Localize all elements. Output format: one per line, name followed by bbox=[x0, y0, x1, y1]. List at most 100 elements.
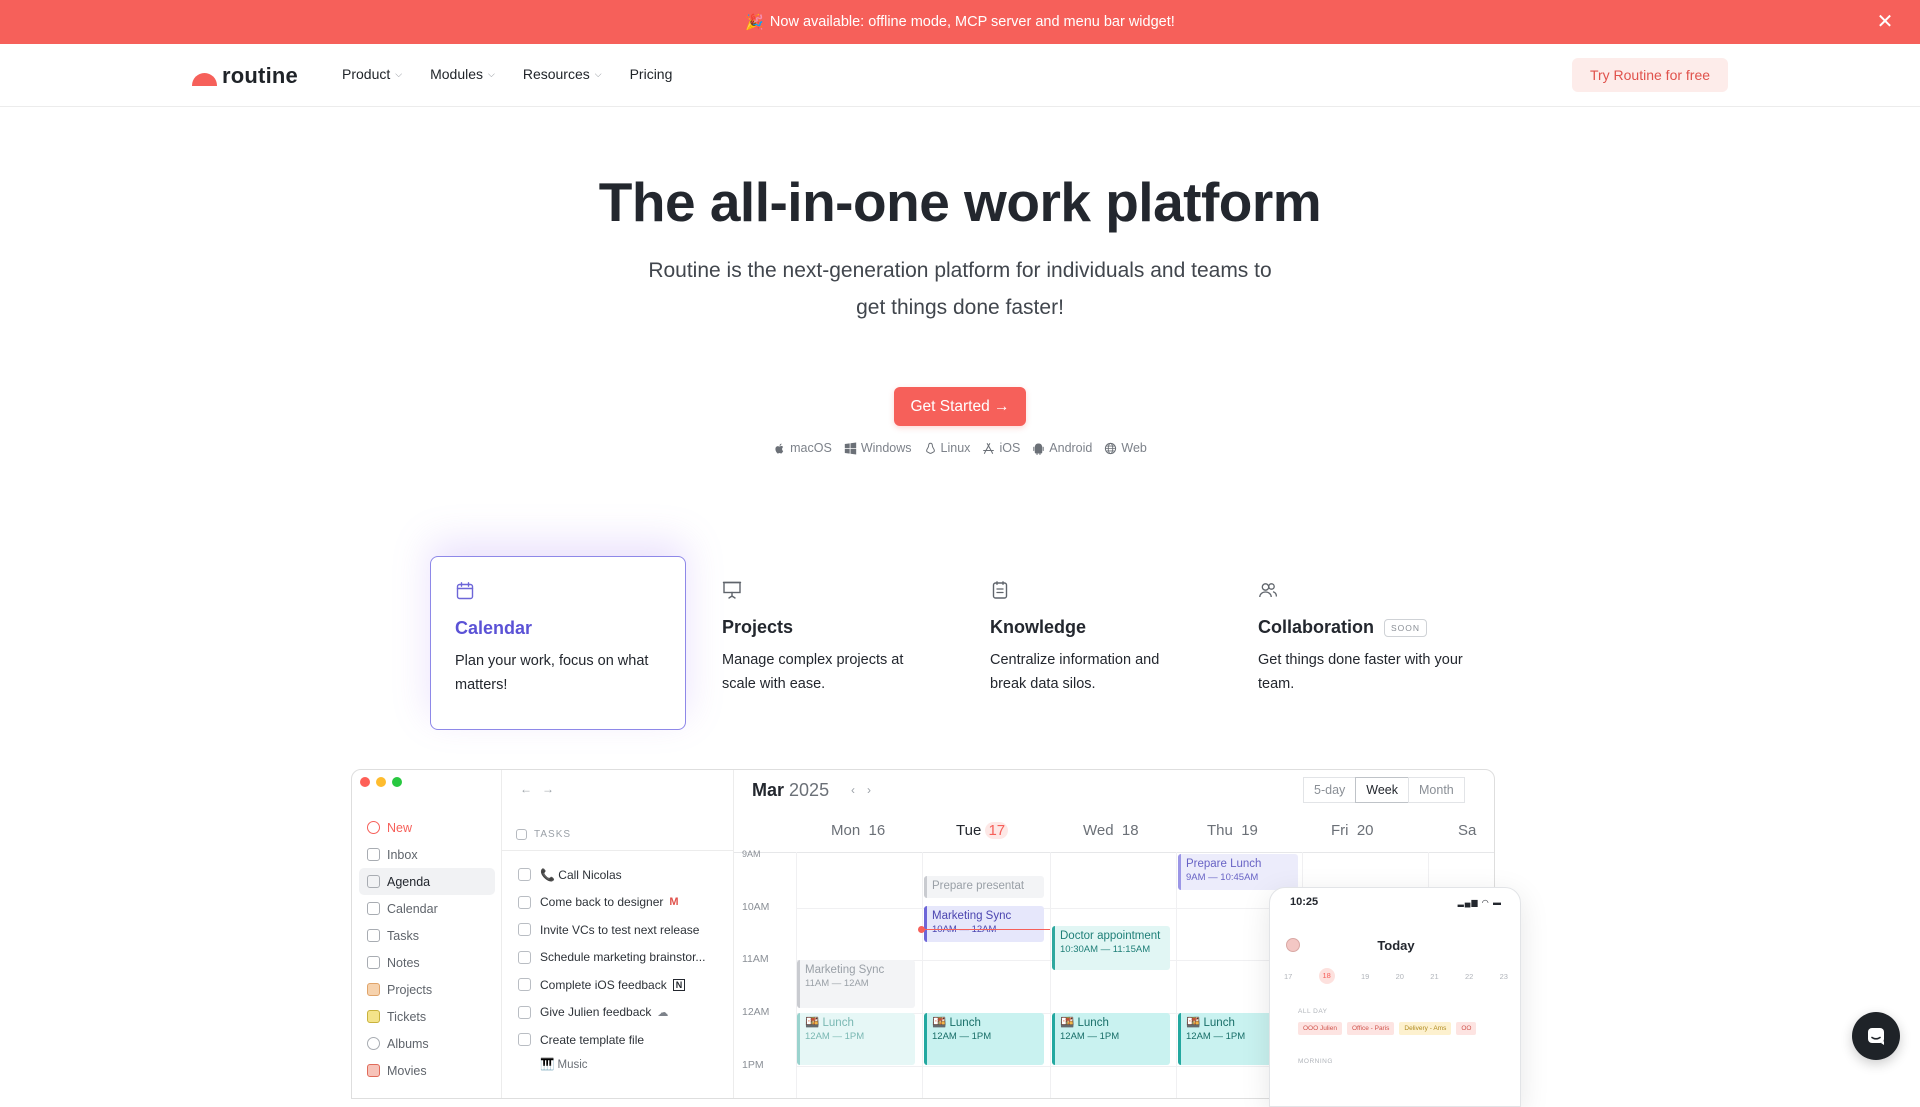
day-name: Wed bbox=[1083, 822, 1114, 839]
checkbox-icon bbox=[367, 929, 380, 942]
view-week[interactable]: Week bbox=[1355, 777, 1410, 803]
feature-card-calendar[interactable]: Calendar Plan your work, focus on what m… bbox=[430, 556, 686, 730]
sidebar-item-inbox[interactable]: Inbox bbox=[359, 841, 495, 868]
calendar-event[interactable]: Marketing Sync 10AM — 12AM bbox=[924, 906, 1044, 942]
task-label: 📞 Call Nicolas bbox=[540, 867, 622, 882]
maximize-window-dot[interactable] bbox=[392, 777, 402, 787]
task-label: Invite VCs to test next release bbox=[540, 922, 700, 937]
feature-card-knowledge[interactable]: Knowledge Centralize information and bre… bbox=[966, 556, 1222, 730]
sidebar-item-albums[interactable]: Albums bbox=[359, 1030, 495, 1057]
sidebar-item-agenda[interactable]: Agenda bbox=[359, 868, 495, 895]
phone-day[interactable]: 23 bbox=[1500, 972, 1508, 984]
task-item[interactable]: 📞 Call Nicolas bbox=[518, 861, 728, 889]
event-title: 🍱 Lunch bbox=[932, 1017, 981, 1029]
calendar-event[interactable]: Prepare presentat bbox=[924, 876, 1044, 898]
phone-day[interactable]: 17 bbox=[1284, 972, 1292, 984]
task-checkbox[interactable] bbox=[518, 868, 531, 882]
task-checkbox[interactable] bbox=[518, 978, 531, 992]
platform-linux[interactable]: Linux bbox=[924, 441, 970, 455]
task-checkbox[interactable] bbox=[518, 1033, 531, 1047]
platform-windows[interactable]: Windows bbox=[844, 441, 912, 455]
calendar-event[interactable]: Marketing Sync 11AM — 12AM bbox=[797, 960, 915, 1008]
calendar-event[interactable]: 🍱 Lunch 12AM — 1PM bbox=[924, 1013, 1044, 1065]
hour-label: 12AM bbox=[742, 1006, 770, 1018]
task-checkbox[interactable] bbox=[518, 1005, 531, 1019]
menu-label: Product bbox=[342, 66, 391, 82]
linux-icon bbox=[925, 442, 935, 454]
history-arrows[interactable]: ←→ bbox=[520, 782, 564, 796]
announcement-text[interactable]: Now available: offline mode, MCP server … bbox=[770, 14, 1175, 30]
calendar-nav-arrows[interactable]: ‹› bbox=[851, 783, 883, 797]
menu-item-pricing[interactable]: Pricing bbox=[630, 66, 673, 82]
task-checkbox[interactable] bbox=[518, 950, 531, 964]
sidebar-item-new[interactable]: New bbox=[359, 814, 495, 841]
close-window-dot[interactable] bbox=[360, 777, 370, 787]
task-item[interactable]: Complete iOS feedback N bbox=[518, 971, 728, 999]
event-chip[interactable]: Delivery - Ams bbox=[1399, 1022, 1452, 1035]
calendar-event[interactable]: Prepare Lunch 9AM — 10:45AM bbox=[1178, 854, 1298, 890]
phone-day-today[interactable]: 18 bbox=[1318, 968, 1335, 984]
platform-web[interactable]: Web bbox=[1104, 441, 1147, 455]
sidebar-item-tasks[interactable]: Tasks bbox=[359, 922, 495, 949]
day-header-mon[interactable]: Mon 16 bbox=[831, 822, 885, 839]
task-item[interactable]: Create template file bbox=[518, 1026, 728, 1054]
tasks-header: TASKS bbox=[516, 829, 571, 840]
agenda-icon bbox=[367, 875, 380, 888]
platform-android[interactable]: Android bbox=[1032, 441, 1092, 455]
event-chip[interactable]: OO bbox=[1456, 1022, 1477, 1035]
calendar-event[interactable]: Doctor appointment 10:30AM — 11:15AM bbox=[1052, 926, 1170, 970]
day-header-tue[interactable]: Tue 17 bbox=[956, 822, 1009, 839]
plus-circle-icon bbox=[367, 821, 380, 834]
day-header-sat[interactable]: Sa bbox=[1458, 822, 1476, 839]
day-name: Sa bbox=[1458, 822, 1477, 839]
sidebar-item-tickets[interactable]: Tickets bbox=[359, 1003, 495, 1030]
feature-card-collaboration[interactable]: Collaboration SOON Get things done faster… bbox=[1234, 556, 1490, 730]
phone-day[interactable]: 20 bbox=[1396, 972, 1404, 984]
sidebar-item-projects[interactable]: Projects bbox=[359, 976, 495, 1003]
menu-item-product[interactable]: Product ⌵ bbox=[342, 66, 402, 82]
task-checkbox[interactable] bbox=[518, 923, 531, 937]
main-menu: Product ⌵ Modules ⌵ Resources ⌵ Pricing bbox=[342, 66, 700, 82]
calendar-event[interactable]: 🍱 Lunch 12AM — 1PM bbox=[797, 1013, 915, 1065]
phone-day[interactable]: 22 bbox=[1465, 972, 1473, 984]
inbox-icon bbox=[367, 848, 380, 861]
sidebar-item-label: Agenda bbox=[387, 874, 431, 889]
day-number: 19 bbox=[1241, 822, 1258, 839]
note-icon bbox=[367, 956, 380, 969]
calendar-event[interactable]: 🍱 Lunch 12AM — 1PM bbox=[1052, 1013, 1170, 1065]
day-header-fri[interactable]: Fri 20 bbox=[1331, 822, 1374, 839]
feature-title: Knowledge bbox=[990, 617, 1087, 637]
chat-launcher-button[interactable] bbox=[1852, 1012, 1900, 1060]
feature-card-projects[interactable]: Projects Manage complex projects at scal… bbox=[698, 556, 954, 730]
get-started-button[interactable]: Get Started → bbox=[894, 387, 1026, 426]
day-header-thu[interactable]: Thu 19 bbox=[1207, 822, 1258, 839]
day-header-wed[interactable]: Wed 18 bbox=[1083, 822, 1139, 839]
menu-item-resources[interactable]: Resources ⌵ bbox=[523, 66, 602, 82]
brand-logo[interactable]: routine bbox=[192, 63, 298, 89]
phone-preview: 10:25 ▂▄▆ ◠ ▬ Today 17 18 19 20 21 22 23… bbox=[1269, 887, 1521, 1107]
task-checkbox[interactable] bbox=[518, 895, 531, 909]
platform-ios[interactable]: iOS bbox=[982, 441, 1020, 455]
task-item[interactable]: Schedule marketing brainstor... bbox=[518, 944, 728, 972]
phone-day[interactable]: 21 bbox=[1430, 972, 1438, 984]
menu-item-modules[interactable]: Modules ⌵ bbox=[430, 66, 495, 82]
hour-label: 1PM bbox=[742, 1059, 764, 1071]
close-icon[interactable]: ✕ bbox=[1874, 11, 1896, 33]
task-item[interactable]: Invite VCs to test next release bbox=[518, 916, 728, 944]
task-item[interactable]: Give Julien feedback ☁ bbox=[518, 999, 728, 1027]
event-chip[interactable]: Office - Paris bbox=[1346, 1022, 1395, 1035]
phone-day[interactable]: 19 bbox=[1361, 972, 1369, 984]
sidebar-item-notes[interactable]: Notes bbox=[359, 949, 495, 976]
task-item[interactable]: Come back to designer M bbox=[518, 889, 728, 917]
platform-list: macOS Windows Linux iOS Android Web bbox=[0, 441, 1920, 455]
sidebar-item-calendar[interactable]: Calendar bbox=[359, 895, 495, 922]
view-5day[interactable]: 5-day bbox=[1303, 777, 1357, 803]
avatar[interactable] bbox=[1286, 938, 1300, 952]
sidebar-item-label: New bbox=[387, 820, 413, 835]
platform-macos[interactable]: macOS bbox=[773, 441, 832, 455]
minimize-window-dot[interactable] bbox=[376, 777, 386, 787]
event-chip[interactable]: OOO Julien bbox=[1298, 1022, 1342, 1035]
task-subitem[interactable]: 🎹 Music bbox=[518, 1054, 728, 1074]
view-month[interactable]: Month bbox=[1408, 777, 1465, 803]
try-free-button[interactable]: Try Routine for free bbox=[1572, 58, 1728, 92]
